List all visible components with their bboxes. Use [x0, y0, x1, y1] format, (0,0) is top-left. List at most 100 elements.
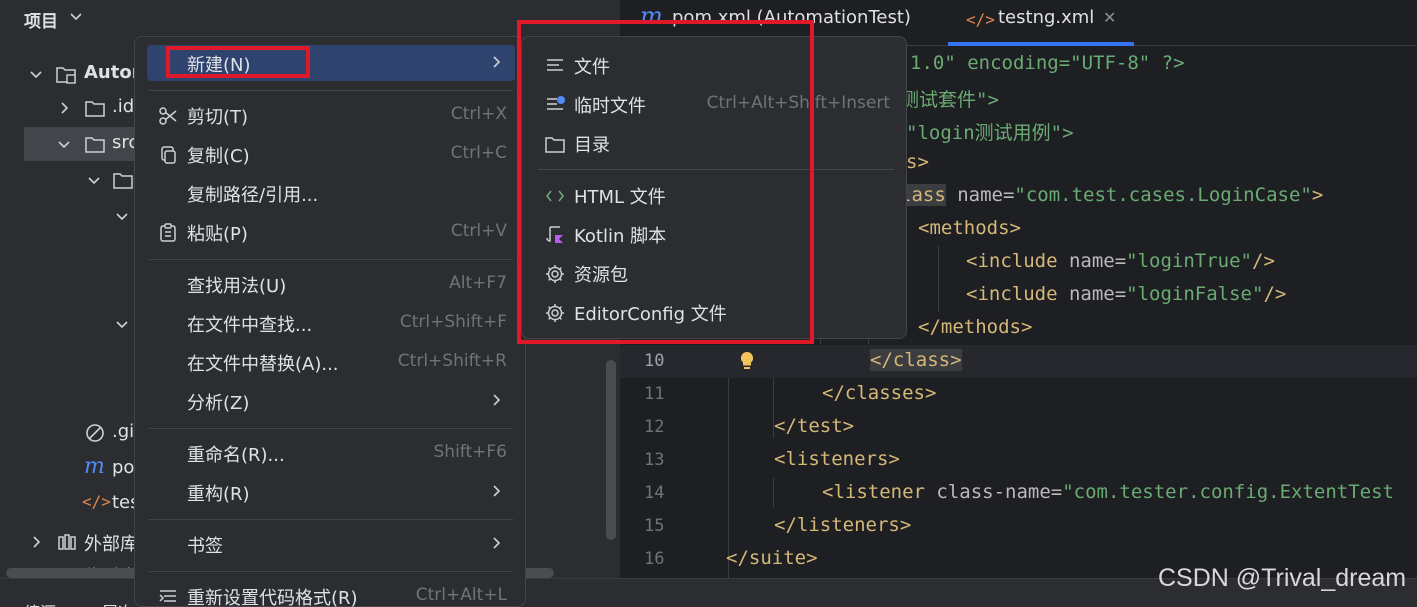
scissors-icon [159, 107, 177, 125]
menu-item[interactable]: 重构(R) [147, 474, 515, 510]
menu-item-label: 重新设置代码格式(R) [187, 588, 358, 607]
code-line: lass name="com.test.cases.LoginCase"> [900, 184, 1323, 206]
menu-item-shortcut: Shift+F6 [433, 442, 507, 462]
chevron-right-icon [493, 485, 501, 497]
code-token: "com.test.cases.LoginCase" [1014, 184, 1312, 206]
menu-item[interactable]: 复制(C) Ctrl+C [147, 136, 515, 172]
chevron-right-icon[interactable] [28, 534, 44, 550]
menu-item-label: 查找用法(U) [187, 276, 287, 297]
indent-guide [938, 246, 939, 312]
code-line: 测试套件"> [900, 85, 999, 112]
paste-icon [160, 223, 176, 242]
menu-item[interactable]: 重命名(R)... Shift+F6 [147, 435, 515, 471]
context-menu: 新建(N) 剪切(T) Ctrl+X 复制(C) Ctrl+C 复制路径/引用... 粘贴(… [134, 36, 526, 607]
chevron-down-icon[interactable] [28, 66, 44, 82]
line-number: 16 [644, 549, 665, 569]
code-token: "login测试用例"> [906, 122, 1074, 144]
menu-item-shortcut: Ctrl+Alt+L [415, 585, 507, 605]
gitignore-icon [86, 424, 104, 442]
code-line: <listeners> [774, 448, 900, 470]
menu-item-label: 复制路径/引用... [187, 185, 319, 206]
menu-item-label: 复制(C) [187, 146, 250, 167]
menu-item-label: 在文件中查找... [187, 315, 313, 336]
code-token: 测试套件"> [900, 89, 999, 111]
code-token: </classes> [822, 382, 937, 404]
xml-icon: </> [82, 492, 111, 511]
menu-item[interactable]: 在文件中查找... Ctrl+Shift+F [147, 305, 515, 341]
code-line: </methods> [918, 316, 1032, 338]
menu-item-label: 书签 [187, 536, 223, 557]
tab-testng-xml[interactable]: </> testng.xml ✕ [948, 0, 1134, 46]
tree-item-label: .id [112, 96, 135, 117]
code-token: <include [966, 250, 1058, 272]
code-line: <include name="loginTrue"/> [966, 250, 1275, 272]
tree-item-label: 外部库 [84, 534, 138, 555]
chevron-down-icon[interactable] [56, 136, 72, 152]
module-folder-icon [56, 67, 76, 84]
annotation-box-submenu [517, 20, 814, 344]
menu-item[interactable]: 分析(Z) [147, 383, 515, 419]
code-line: <include name="loginFalse"/> [966, 283, 1286, 305]
chevron-down-icon[interactable] [114, 316, 130, 332]
menu-separator [149, 90, 513, 91]
menu-item-shortcut: Ctrl+Shift+F [399, 312, 507, 332]
folder-icon [85, 101, 105, 117]
code-line: <listener class-name="com.tester.config.… [822, 481, 1394, 503]
tree-item-label: .gi [112, 421, 135, 442]
vertical-scrollbar[interactable] [606, 360, 616, 540]
code-token: class-name= [924, 481, 1063, 503]
lightbulb-icon[interactable] [738, 350, 756, 372]
menu-item-label: 分析(Z) [187, 393, 250, 414]
line-number: 12 [644, 417, 665, 437]
menu-item-label: 剪切(T) [187, 107, 249, 128]
menu-item[interactable]: 在文件中替换(A)... Ctrl+Shift+R [147, 344, 515, 380]
menu-item[interactable]: 书签 [147, 526, 515, 562]
menu-item[interactable]: 重新设置代码格式(R) Ctrl+Alt+L [147, 578, 515, 607]
chevron-down-icon[interactable] [114, 208, 130, 224]
code-token: name= [1057, 283, 1127, 305]
code-token: <listeners> [774, 448, 900, 470]
menu-item-shortcut: Alt+F7 [449, 273, 507, 293]
menu-item-label: 重命名(R)... [187, 445, 285, 466]
menu-separator [149, 519, 513, 520]
code-token: "loginFalse" [1126, 283, 1264, 305]
line-number: 14 [644, 483, 665, 503]
folder-icon [85, 137, 105, 153]
code-token: "loginTrue" [1126, 250, 1252, 272]
menu-item-shortcut: Ctrl+X [450, 104, 507, 124]
menu-item[interactable]: 剪切(T) Ctrl+X [147, 97, 515, 133]
project-title[interactable]: 项目 [24, 7, 58, 32]
bottom-tool-label[interactable]: 缩源 [24, 599, 56, 607]
chevron-right-icon [493, 537, 501, 549]
bottom-tool-label[interactable]: 层次 [102, 599, 134, 607]
chevron-right-icon[interactable] [56, 100, 72, 116]
chevron-down-icon[interactable] [86, 172, 102, 188]
line-number: 15 [644, 516, 665, 536]
code-line: s> [906, 151, 929, 173]
menu-item[interactable]: 复制路径/引用... [147, 175, 515, 211]
maven-icon: m [84, 454, 105, 479]
close-icon[interactable]: ✕ [1103, 8, 1116, 27]
code-token: <listener [822, 481, 925, 503]
annotation-box-new [166, 46, 310, 78]
line-number: 10 [644, 351, 665, 371]
code-token: s> [906, 151, 929, 173]
chevron-down-icon[interactable] [68, 8, 84, 24]
code-line: </suite> [726, 547, 818, 569]
menu-separator [149, 428, 513, 429]
code-token: <include [966, 283, 1058, 305]
code-token: </listeners> [774, 514, 912, 536]
code-line: 1.0" encoding="UTF-8" ?> [910, 52, 1185, 74]
chevron-right-icon [493, 394, 501, 406]
code-line: </listeners> [774, 514, 911, 536]
code-line: </test> [774, 415, 854, 437]
menu-item-shortcut: Ctrl+Shift+R [397, 351, 507, 371]
code-token: </test> [774, 415, 855, 437]
watermark: CSDN @Trival_dream [1158, 564, 1407, 592]
menu-item[interactable]: 粘贴(P) Ctrl+V [147, 214, 515, 250]
library-icon [58, 534, 76, 550]
menu-item[interactable]: 查找用法(U) Alt+F7 [147, 266, 515, 302]
menu-separator [149, 571, 513, 572]
copy-icon [161, 146, 176, 164]
menu-item-shortcut: Ctrl+V [450, 221, 507, 241]
